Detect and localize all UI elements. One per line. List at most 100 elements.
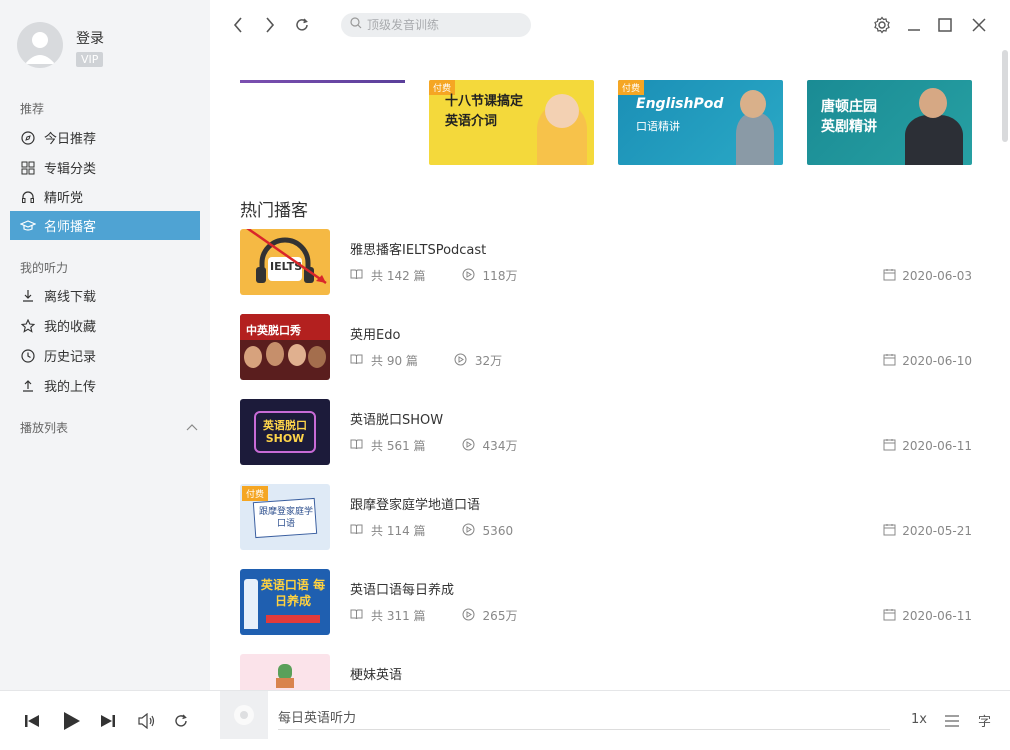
podcast-item[interactable]: 英语口语 每日养成 英语口语每日养成 共 311 篇 265万 2020-06-… (240, 569, 972, 635)
book-icon (350, 439, 363, 453)
podcast-item[interactable]: 付费 跟摩登家庭学口语 跟摩登家庭学地道口语 共 114 篇 5360 2020… (240, 484, 972, 550)
loop-icon[interactable] (171, 711, 191, 731)
update-date: 2020-06-11 (902, 439, 972, 453)
sidebar-item-label: 今日推荐 (44, 132, 97, 147)
book-icon (350, 354, 363, 368)
podcast-cover[interactable]: IELTS (240, 229, 330, 295)
podcast-title[interactable]: 英语脱口SHOW (350, 409, 443, 428)
banner-downton-abbey[interactable]: 唐顿庄园 英剧精讲 (807, 80, 972, 165)
top-bar (210, 0, 1010, 50)
clock-icon (20, 348, 36, 364)
search-input[interactable] (367, 18, 527, 32)
presenter-face (919, 88, 947, 118)
progress-bar[interactable] (278, 729, 890, 730)
forward-arrow-icon[interactable] (260, 15, 280, 35)
update-date: 2020-06-11 (902, 609, 972, 623)
sidebar-item-today[interactable]: 今日推荐 (10, 123, 200, 152)
banner-subtitle: 口语精讲 (636, 120, 680, 133)
podcast-item[interactable]: 中英脱口秀 英用Edo 共 90 篇 32万 2020-06-10 (240, 314, 972, 380)
banner-partial[interactable] (240, 80, 405, 83)
banner-title: 唐顿庄园 (821, 99, 877, 115)
subtitle-button[interactable]: 字 (978, 711, 991, 730)
next-icon[interactable] (98, 711, 118, 731)
presenter-face (740, 90, 766, 118)
settings-gear-icon[interactable] (872, 15, 892, 35)
back-arrow-icon[interactable] (228, 15, 248, 35)
login-link[interactable]: 登录 (76, 28, 104, 48)
play-count: 118万 (482, 269, 518, 283)
volume-icon[interactable] (137, 711, 157, 731)
sidebar-item-teacher-podcast[interactable]: 名师播客 (10, 211, 200, 240)
sidebar-item-intensive[interactable]: 精听党 (10, 182, 200, 211)
presenter-image (736, 113, 774, 165)
podcast-cover[interactable]: 英语脱口 SHOW (240, 399, 330, 465)
calendar-icon (883, 353, 896, 369)
play-count-icon (454, 353, 467, 369)
minimize-icon[interactable] (904, 15, 924, 35)
close-icon[interactable] (969, 15, 989, 35)
star-icon (20, 318, 36, 334)
sidebar: 登录 VIP 推荐 今日推荐 专辑分类 精听党 名师播客 我的听力 离线下载 我… (0, 0, 210, 690)
podcast-item[interactable]: 梗妹英语 (240, 654, 972, 690)
playlist-icon[interactable] (942, 711, 962, 731)
playlist-section-title[interactable]: 播放列表 (20, 419, 68, 436)
now-playing-cover[interactable] (220, 691, 268, 739)
paid-tag: 付费 (242, 486, 269, 501)
maximize-icon[interactable] (935, 15, 955, 35)
podcast-cover[interactable] (240, 654, 330, 690)
search-box[interactable] (341, 13, 531, 37)
banner-prepositions[interactable]: 付费 十八节课搞定 英语介词 (429, 80, 594, 165)
sidebar-item-favorites[interactable]: 我的收藏 (10, 311, 200, 340)
banner-subtitle: 英剧精讲 (821, 119, 877, 135)
banner-englishpod[interactable]: 付费 EnglishPod 口语精讲 (618, 80, 783, 165)
main-content: 付费 十八节课搞定 英语介词 付费 EnglishPod 口语精讲 唐顿庄园 英… (210, 50, 1000, 690)
recommend-section-title: 推荐 (20, 102, 45, 116)
book-icon (350, 609, 363, 623)
episode-count: 共 142 篇 (371, 269, 426, 283)
cover-text: 跟摩登家庭学口语 (258, 507, 313, 529)
headphones-icon (20, 189, 36, 205)
play-count: 434万 (482, 439, 518, 453)
avatar[interactable] (17, 22, 63, 68)
calendar-icon (883, 438, 896, 454)
calendar-icon (883, 523, 896, 539)
sidebar-item-history[interactable]: 历史记录 (10, 341, 200, 370)
update-date: 2020-05-21 (902, 524, 972, 538)
banner-subtitle: 英语介词 (445, 114, 498, 129)
now-playing-title: 每日英语听力 (278, 711, 357, 726)
my-listening-section-title: 我的听力 (20, 261, 69, 275)
sidebar-item-categories[interactable]: 专辑分类 (10, 153, 200, 182)
refresh-icon[interactable] (292, 15, 312, 35)
podcast-title[interactable]: 英用Edo (350, 324, 400, 343)
play-count-icon (462, 523, 475, 539)
update-date: 2020-06-10 (902, 354, 972, 368)
podcast-title[interactable]: 雅思播客IELTSPodcast (350, 239, 486, 258)
sidebar-item-uploads[interactable]: 我的上传 (10, 371, 200, 400)
episode-count: 共 561 篇 (371, 439, 426, 453)
podcast-cover[interactable]: 中英脱口秀 (240, 314, 330, 380)
chevron-up-icon[interactable] (186, 420, 198, 435)
search-icon (350, 17, 362, 33)
podcast-item[interactable]: 英语脱口 SHOW 英语脱口SHOW 共 561 篇 434万 2020-06-… (240, 399, 972, 465)
scrollbar[interactable] (1002, 50, 1008, 142)
banner-title: 十八节课搞定 (445, 94, 524, 109)
cover-text: 英语脱口 SHOW (263, 419, 307, 445)
book-icon (350, 269, 363, 283)
podcast-cover[interactable]: 英语口语 每日养成 (240, 569, 330, 635)
sidebar-item-label: 我的上传 (44, 380, 97, 395)
download-icon (20, 288, 36, 304)
podcast-title[interactable]: 英语口语每日养成 (350, 579, 454, 598)
podcast-title[interactable]: 梗妹英语 (350, 664, 402, 683)
previous-icon[interactable] (22, 711, 42, 731)
play-icon[interactable] (60, 709, 84, 733)
podcast-cover[interactable]: 付费 跟摩登家庭学口语 (240, 484, 330, 550)
playback-speed-button[interactable]: 1x (911, 712, 927, 727)
sidebar-item-label: 精听党 (44, 191, 84, 206)
user-panel[interactable]: 登录 VIP (17, 22, 104, 68)
podcast-title[interactable]: 跟摩登家庭学地道口语 (350, 494, 480, 513)
podcast-item[interactable]: IELTS 雅思播客IELTSPodcast 共 142 篇 118万 2020… (240, 229, 972, 295)
calendar-icon (883, 268, 896, 284)
sidebar-item-offline[interactable]: 离线下载 (10, 281, 200, 310)
banner-title: EnglishPod (636, 96, 724, 112)
paid-tag: 付费 (618, 80, 645, 95)
